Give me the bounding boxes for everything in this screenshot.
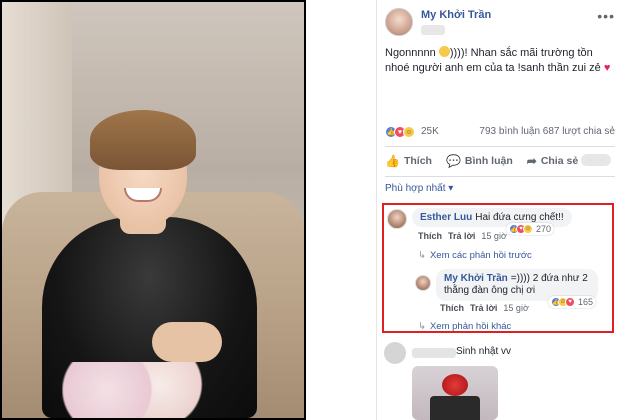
reply-reaction-count: 165 (578, 297, 594, 307)
commenter-avatar[interactable] (387, 209, 407, 229)
divider (385, 176, 615, 177)
reply-reply-link[interactable]: Trả lời (470, 303, 497, 313)
reaction-icons[interactable]: 👍 ♥ ☺ (385, 126, 415, 138)
comment-cake-image[interactable] (412, 366, 498, 420)
commenter-name[interactable]: Esther Luu (420, 212, 472, 223)
post-photo-frame (0, 0, 306, 420)
reply-time[interactable]: 15 giờ (503, 303, 528, 313)
reply-meta: Thích Trả lời 15 giờ (440, 303, 529, 313)
reply-reactions[interactable]: 👍 ☺ ♥ 165 (548, 296, 597, 308)
reply-text-line1: =)))) 2 đứa như 2 (510, 273, 588, 284)
replier-avatar[interactable] (415, 275, 431, 291)
last-comment-text: Sinh nhật vv (456, 346, 512, 357)
view-more-replies[interactable]: ↳ Xem phản hồi khác (418, 321, 511, 332)
share-audience-selector[interactable] (581, 154, 611, 166)
share-arrow-icon: ➦ (526, 154, 537, 168)
reactions-summary: 👍 ♥ ☺ 25K 793 bình luận 687 lượt chia sẻ (385, 124, 615, 142)
share-button[interactable]: ➦ Chia sẻ (527, 154, 578, 168)
author-avatar[interactable] (385, 8, 413, 36)
post-privacy-meta (421, 25, 445, 35)
comment-reaction-count: 270 (536, 224, 552, 234)
speech-bubble-icon: 💬 (445, 154, 461, 168)
post-text: Ngonnnnn ))))! Nhan sắc mãi trường tồn n… (385, 46, 613, 76)
replier-name[interactable]: My Khởi Trần (444, 273, 508, 284)
haha-reaction-icon: ☺ (523, 224, 533, 234)
photo-person-hair (90, 110, 196, 170)
comment-time[interactable]: 15 giờ (481, 231, 506, 241)
smile-emoji-icon (438, 46, 450, 57)
view-previous-label: Xem các phản hồi trước (429, 250, 532, 261)
comment-button[interactable]: 💬 Bình luận (446, 154, 513, 168)
comment-like-link[interactable]: Thích (418, 231, 442, 241)
comment-meta: Thích Trả lời 15 giờ (418, 231, 507, 241)
reply-arrow-icon: ↳ (418, 321, 426, 332)
blurred-commenter-name (412, 348, 456, 358)
reply-arrow-icon: ↳ (418, 250, 426, 261)
comment-sort-dropdown[interactable]: Phù hợp nhất ▾ (385, 183, 453, 194)
post-text-part1: Ngonnnnn (385, 47, 439, 59)
haha-reaction-icon: ☺ (403, 126, 415, 138)
photo-flowers (62, 362, 212, 418)
reply-text-line2: thằng đàn ông chị ơi (444, 285, 536, 296)
comment-reactions[interactable]: 👍 ♥ ☺ 270 (506, 223, 555, 235)
share-label: Chia sẻ (540, 155, 579, 167)
like-label: Thích (403, 155, 432, 167)
more-options-icon[interactable]: ••• (597, 8, 615, 24)
post-actions: 👍 Thích 💬 Bình luận ➦ Chia sẻ (385, 150, 615, 172)
comment-text: Hai đứa cưng chết!! (475, 212, 564, 223)
heart-icon: ♥ (603, 62, 611, 74)
reply-like-link[interactable]: Thích (440, 303, 464, 313)
comment-label: Bình luận (464, 155, 513, 167)
rose-decoration (442, 374, 468, 396)
blurred-commenter-avatar[interactable] (384, 342, 406, 364)
photo-person-hands (152, 322, 222, 362)
comment-reply-link[interactable]: Trả lời (448, 231, 475, 241)
love-reaction-icon: ♥ (565, 297, 575, 307)
post-header: My Khởi Trần ••• (385, 6, 615, 42)
reaction-count[interactable]: 25K (421, 126, 439, 137)
comments-shares-count[interactable]: 793 bình luận 687 lượt chia sẻ (479, 126, 615, 137)
view-more-label: Xem phản hồi khác (429, 321, 512, 332)
like-button[interactable]: 👍 Thích (385, 154, 432, 168)
author-name[interactable]: My Khởi Trần (421, 9, 491, 21)
divider (385, 146, 615, 147)
post-photo[interactable] (2, 2, 304, 418)
view-previous-replies[interactable]: ↳ Xem các phản hồi trước (418, 250, 532, 261)
thumbs-up-icon: 👍 (385, 154, 400, 168)
cake-shape (430, 396, 480, 420)
